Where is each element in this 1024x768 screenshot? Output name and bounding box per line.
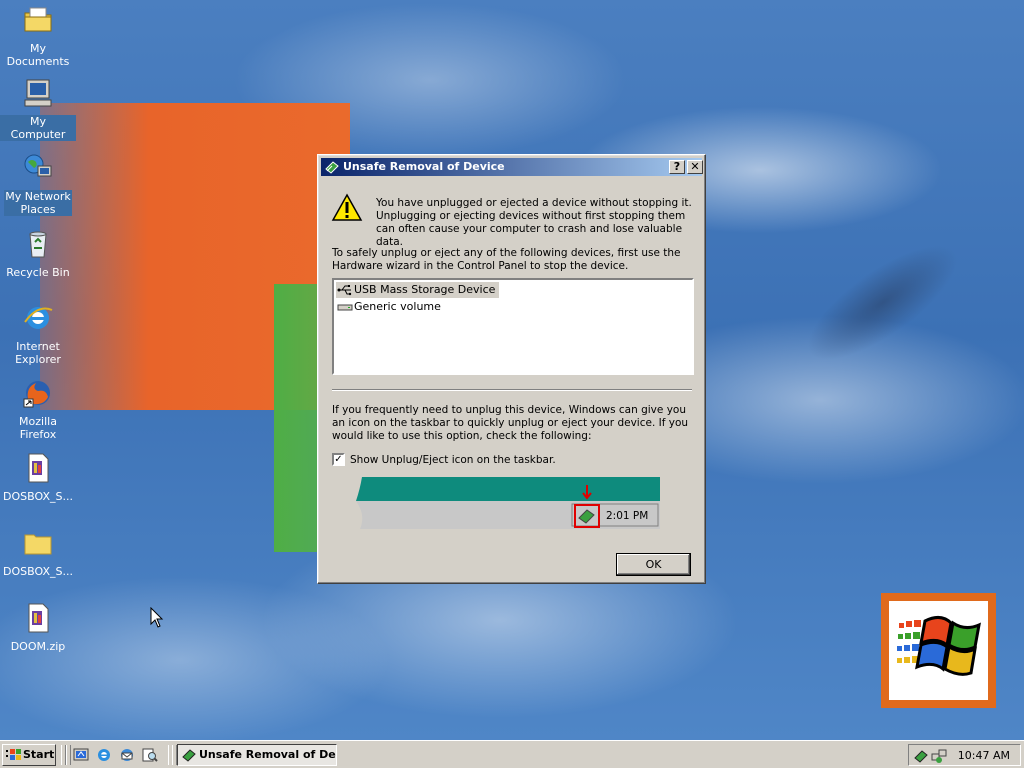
system-tray: 10:47 AM [908, 744, 1021, 766]
mouse-cursor-icon [150, 607, 164, 628]
network-places-icon [24, 154, 52, 177]
desktop-icon-my-documents[interactable]: My Documents [0, 4, 76, 68]
unsafe-removal-dialog: Unsafe Removal of Device ? ✕ You have un… [317, 154, 706, 584]
ok-button[interactable]: OK [616, 553, 691, 576]
desktop-icon-network-places[interactable]: My Network Places [0, 152, 76, 216]
desktop-icon-recycle-bin[interactable]: Recycle Bin [0, 228, 76, 279]
desktop-icon-dosbox-folder[interactable]: DOSBOX_S... [0, 527, 76, 578]
taskbar-preview-illustration: 2:01 PM [356, 477, 660, 531]
desktop-icon-my-computer[interactable]: My Computer [0, 77, 76, 141]
wallpaper-shadow [669, 106, 1001, 444]
taskbar: Start Unsafe Removal of De... 10:47 AM [0, 740, 1024, 768]
dialog-titlebar[interactable]: Unsafe Removal of Device ? ✕ [321, 158, 703, 176]
drive-icon [337, 304, 353, 311]
my-computer-icon [24, 79, 52, 107]
hardware-icon [182, 749, 196, 762]
show-eject-icon-checkbox[interactable]: ✓ [332, 453, 345, 466]
desktop-icon-internet-explorer[interactable]: Internet Explorer [0, 302, 76, 366]
checkbox-label: Show Unplug/Eject icon on the taskbar. [350, 454, 556, 466]
list-item-usb-mass-storage[interactable]: USB Mass Storage Device [336, 282, 500, 298]
search-icon[interactable] [142, 747, 158, 763]
recycle-bin-icon [29, 231, 47, 258]
option-text: If you frequently need to unplug this de… [332, 404, 689, 442]
internet-explorer-icon [24, 307, 53, 329]
desktop-icon-firefox[interactable]: Mozilla Firefox [0, 377, 76, 441]
desktop-icon-dosbox-zip[interactable]: DOSBOX_S... [0, 452, 76, 503]
usb-icon [337, 285, 352, 296]
windows-logo [881, 593, 996, 708]
start-button[interactable]: Start [2, 744, 56, 766]
warning-icon [331, 193, 363, 221]
taskbar-clock[interactable]: 10:47 AM [958, 749, 1010, 762]
folder-icon [24, 534, 52, 555]
windows-flag-icon [897, 616, 981, 676]
device-list[interactable]: USB Mass Storage Device Generic volume [332, 278, 694, 375]
desktop-icon-doom-zip[interactable]: DOOM.zip [0, 602, 76, 653]
hardware-icon [325, 161, 339, 174]
internet-explorer-icon[interactable] [96, 747, 112, 763]
dialog-title: Unsafe Removal of Device [343, 160, 505, 173]
separator [332, 389, 692, 391]
outlook-express-icon[interactable] [119, 747, 135, 763]
windows-start-icon [6, 749, 21, 760]
firefox-icon [23, 381, 50, 408]
task-button-unsafe-removal[interactable]: Unsafe Removal of De... [177, 744, 337, 766]
taskbar-grip[interactable] [66, 745, 71, 765]
zip-file-icon [28, 603, 49, 633]
unplug-eject-icon[interactable] [913, 748, 929, 764]
warning-text: You have unplugged or ejected a device w… [376, 197, 692, 248]
preview-clock: 2:01 PM [606, 510, 649, 522]
network-connection-icon[interactable] [931, 748, 947, 764]
help-button[interactable]: ? [669, 160, 685, 174]
zip-file-icon [28, 453, 49, 483]
close-button[interactable]: ✕ [687, 160, 703, 174]
my-documents-icon [24, 7, 52, 32]
show-desktop-icon[interactable] [73, 747, 89, 763]
list-item-generic-volume[interactable]: Generic volume [336, 299, 445, 315]
instruction-text: To safely unplug or eject any of the fol… [332, 247, 681, 272]
